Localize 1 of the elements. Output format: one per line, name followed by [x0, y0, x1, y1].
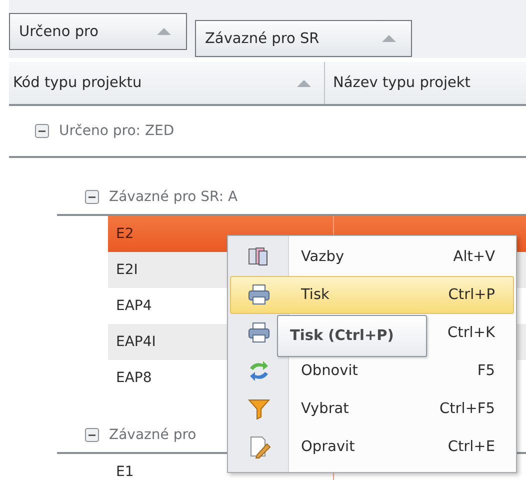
tooltip: Tisk (Ctrl+P)	[277, 315, 427, 357]
